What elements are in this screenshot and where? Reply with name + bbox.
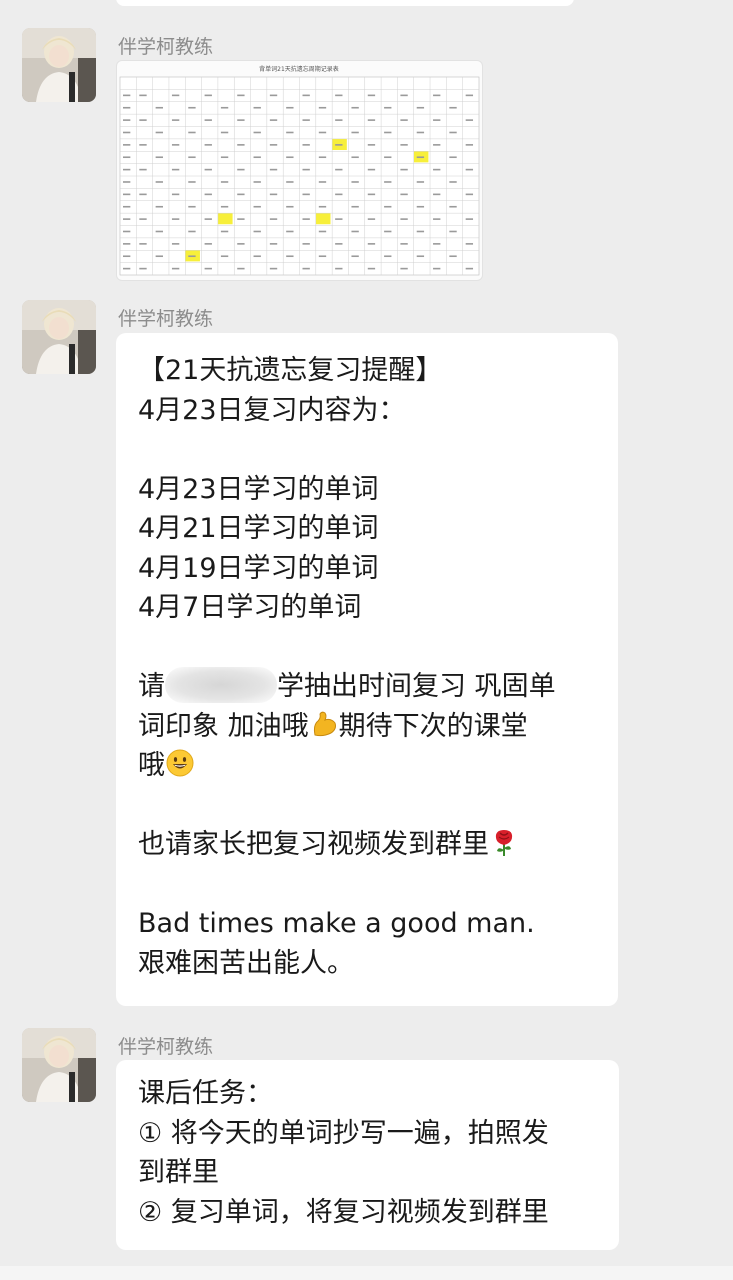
highlighted-cell	[315, 213, 331, 225]
image-table-title: 背单词21天抗遗忘周期记录表	[259, 65, 339, 73]
rose-icon	[489, 827, 519, 869]
sender-name: 伴学柯教练	[118, 308, 214, 330]
flexed-biceps-icon	[309, 709, 339, 751]
message-line: 艰难困苦出能人。	[138, 947, 354, 979]
message-text: 哦	[138, 750, 165, 781]
message-line: Bad times make a good man.	[138, 908, 535, 939]
message-line: ① 将今天的单词抄写一遍，拍照发	[138, 1117, 549, 1149]
sender-name: 伴学柯教练	[118, 1036, 214, 1058]
message-line: 请 学抽出时间复习 巩固单	[138, 667, 608, 707]
sender-name: 伴学柯教练	[118, 36, 214, 58]
message-line: 课后任务：	[138, 1078, 273, 1109]
message-text: 也请家长把复习视频发到群里	[138, 829, 489, 860]
message-line: 4月23日复习内容为：	[138, 394, 406, 426]
redacted-name-blur	[165, 667, 277, 703]
highlighted-cell	[217, 213, 233, 225]
sender-avatar[interactable]	[22, 300, 96, 374]
message-line: ② 复习单词，将复习视频发到群里	[138, 1196, 549, 1228]
message-line: 词印象 加油哦 期待下次的课堂	[138, 707, 608, 747]
message-line: 哦	[138, 746, 608, 786]
sender-avatar[interactable]	[22, 28, 96, 102]
message-line: 4月19日学习的单词	[138, 552, 379, 584]
previous-message-bubble	[116, 0, 574, 6]
message-line: 也请家长把复习视频发到群里	[138, 825, 608, 865]
message-text: 词印象 加油哦	[138, 710, 309, 742]
message-line: 4月7日学习的单词	[138, 592, 362, 623]
message-line: 【21天抗遗忘复习提醒】	[138, 355, 443, 386]
message-text: 学抽出时间复习 巩固单	[277, 671, 556, 702]
homework-message-bubble[interactable]: 课后任务： ① 将今天的单词抄写一遍，拍照发 到群里 ② 复习单词，将复习视频发…	[116, 1060, 619, 1250]
message-text: 期待下次的课堂	[338, 710, 528, 742]
message-line: 到群里	[138, 1157, 219, 1188]
sender-avatar[interactable]	[22, 1028, 96, 1102]
message-line: 4月21日学习的单词	[138, 513, 379, 544]
input-area-edge	[0, 1266, 733, 1280]
attendance-table-image[interactable]: 背单词21天抗遗忘周期记录表	[116, 60, 483, 281]
message-line: 4月23日学习的单词	[138, 473, 379, 505]
reminder-message-bubble[interactable]: 【21天抗遗忘复习提醒】 4月23日复习内容为： 4月23日学习的单词 4月21…	[116, 333, 618, 1006]
grinning-face-icon	[165, 748, 195, 790]
message-text: 请	[138, 671, 165, 702]
